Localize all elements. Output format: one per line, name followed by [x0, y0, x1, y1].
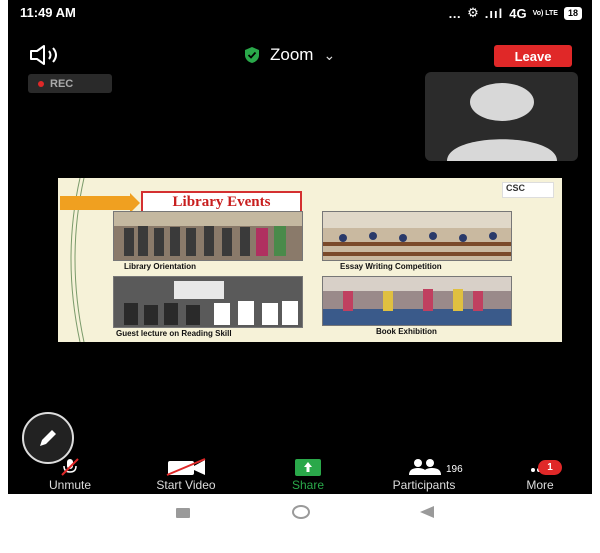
- status-icons: … ⚙ .ııl 4G Vo) LTE 18: [448, 5, 582, 21]
- annotate-button[interactable]: [22, 412, 74, 464]
- photo-book-exhibition: [322, 276, 512, 326]
- chevron-down-icon: ⌄: [323, 46, 336, 63]
- photo-essay-writing: [322, 211, 512, 261]
- recording-indicator: REC: [28, 74, 112, 93]
- video-off-icon: [166, 458, 206, 476]
- volte-label: Vo) LTE: [532, 9, 558, 17]
- rec-dot-icon: [38, 80, 44, 87]
- unmute-label: Unmute: [48, 478, 92, 492]
- speaker-icon[interactable]: [28, 44, 66, 66]
- recent-apps-icon[interactable]: [176, 508, 190, 518]
- start-video-button[interactable]: Start Video: [140, 458, 232, 492]
- share-arrow-icon: [295, 459, 321, 476]
- more-badge: 1: [538, 460, 562, 475]
- caption-library-orientation: Library Orientation: [124, 262, 197, 271]
- photo-library-orientation: [113, 211, 303, 261]
- participants-label: Participants: [392, 478, 456, 492]
- avatar-icon: [447, 83, 557, 161]
- share-label: Share: [291, 478, 325, 492]
- network-type: 4G: [509, 5, 527, 21]
- dots-icon: …: [448, 5, 462, 21]
- self-video-tile[interactable]: [425, 72, 578, 161]
- participants-icon: [409, 459, 441, 475]
- caption-guest-lecture: Guest lecture on Reading Skill: [116, 329, 232, 338]
- start-video-label: Start Video: [156, 478, 216, 492]
- slide-title: Library Events: [141, 191, 302, 213]
- back-icon[interactable]: [420, 506, 434, 518]
- share-button[interactable]: Share: [280, 458, 336, 492]
- signal-icon: .ııl: [484, 5, 504, 21]
- leave-button[interactable]: Leave: [494, 45, 572, 67]
- status-bar: 11:49 AM … ⚙ .ııl 4G Vo) LTE 18: [8, 0, 592, 24]
- meeting-title[interactable]: Zoom ⌄: [244, 45, 335, 65]
- slide-arrow: [60, 193, 140, 213]
- pen-icon: [40, 430, 56, 446]
- unmute-button[interactable]: Unmute: [38, 458, 102, 492]
- alarm-icon: ⚙: [467, 5, 479, 20]
- caption-book-exhibition: Book Exhibition: [376, 327, 437, 336]
- shared-screen-slide: Library Events CSC Library Orientation E…: [58, 178, 562, 342]
- shield-icon: [245, 47, 259, 63]
- home-icon[interactable]: [292, 505, 310, 519]
- status-time: 11:49 AM: [20, 5, 76, 20]
- meeting-toolbar: Unmute Start Video Share Participants 19…: [8, 458, 592, 494]
- android-nav-bar: [0, 494, 600, 553]
- battery-icon: 18: [563, 6, 582, 20]
- mic-muted-icon: [61, 458, 79, 476]
- participants-count: 196: [446, 464, 463, 475]
- rec-label: REC: [50, 77, 74, 90]
- caption-essay-writing: Essay Writing Competition: [340, 262, 442, 271]
- csc-logo: CSC: [502, 182, 554, 198]
- photo-guest-lecture: [113, 276, 303, 328]
- zoom-meeting-screen: 11:49 AM … ⚙ .ııl 4G Vo) LTE 18 Zoom ⌄ L…: [8, 0, 592, 494]
- more-label: More: [526, 478, 554, 492]
- meeting-title-label: Zoom: [270, 45, 314, 64]
